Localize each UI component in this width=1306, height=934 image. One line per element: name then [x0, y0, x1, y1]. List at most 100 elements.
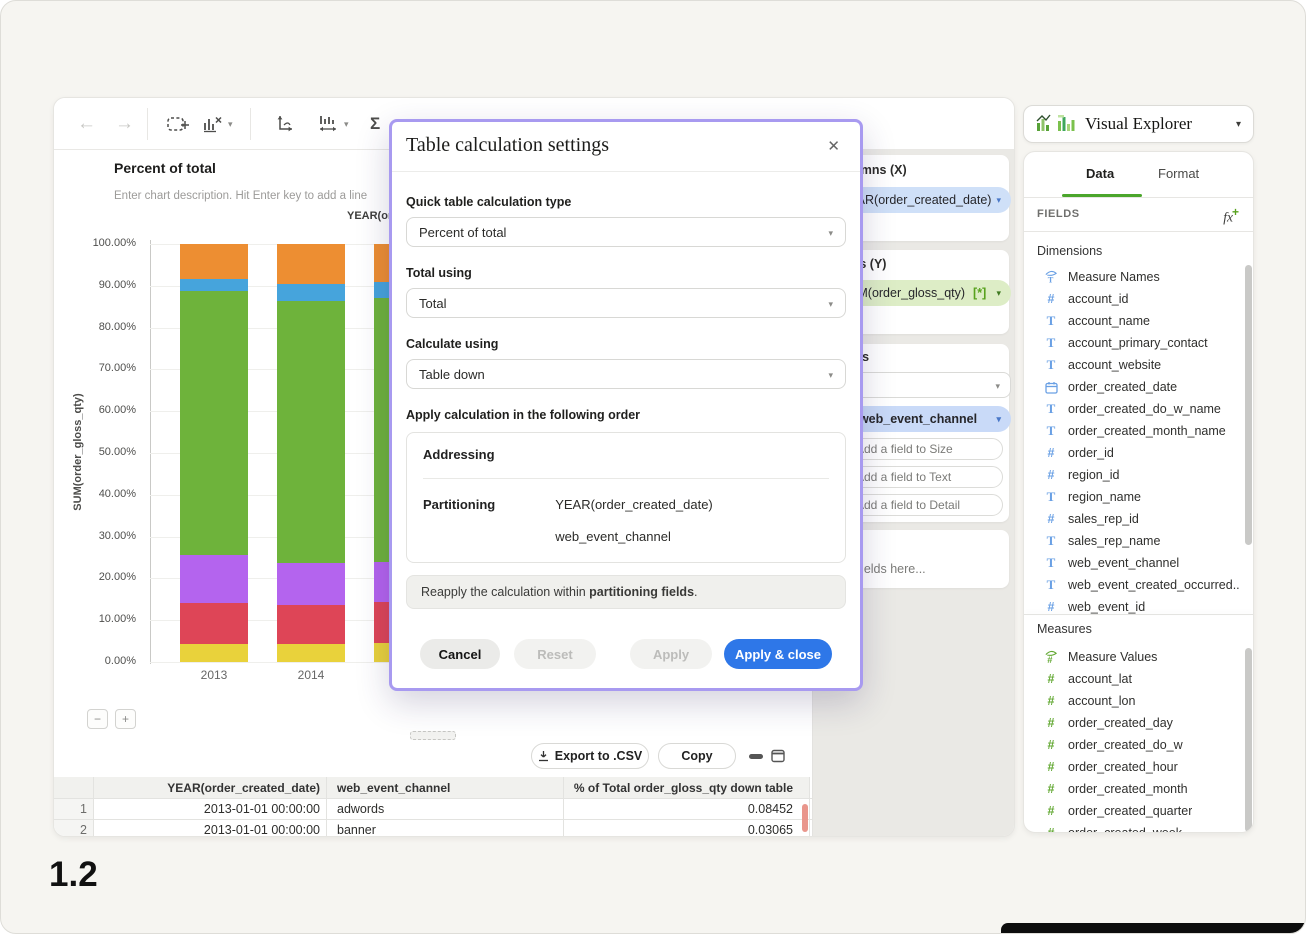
field-item-account-website[interactable]: Taccount_website [1024, 354, 1239, 376]
minimize-table-icon[interactable] [747, 749, 765, 768]
element-type-selector[interactable]: Visual Explorer ▾ [1023, 105, 1254, 143]
field-item-account-primary-contact[interactable]: Taccount_primary_contact [1024, 332, 1239, 354]
field-item-order-created-quarter[interactable]: #order_created_quarter [1024, 800, 1239, 822]
bar-segment-2014-segment-6-orange[interactable] [277, 244, 345, 284]
bar-width-icon[interactable]: ▾ [316, 110, 349, 138]
zoom-out-button[interactable]: − [87, 709, 108, 729]
dialog-header: Table calculation settings ✕ [392, 122, 860, 172]
remove-chart-icon[interactable]: ▾ [202, 110, 233, 138]
field-item-order-created-week[interactable]: #order_created_week [1024, 822, 1239, 833]
partitioning-field[interactable]: YEAR(order_created_date) [555, 497, 713, 512]
field-item-web-event-channel[interactable]: Tweb_event_channel [1024, 552, 1239, 574]
element-type-label: Visual Explorer [1085, 114, 1192, 134]
close-icon[interactable]: ✕ [827, 137, 840, 155]
field-item-account-lon[interactable]: #account_lon [1024, 690, 1239, 712]
partitioning-fields: YEAR(order_created_date) web_event_chann… [555, 497, 713, 544]
channel-column-header[interactable]: web_event_channel [327, 777, 564, 798]
text-icon: T [1044, 489, 1058, 505]
apply-button[interactable]: Apply [630, 639, 712, 669]
bar-segment-2014-segment-5-blue[interactable] [277, 284, 345, 301]
bar-segment-2013-segment-4-green[interactable] [180, 291, 248, 555]
swap-axes-icon[interactable] [272, 110, 294, 138]
field-item-region-name[interactable]: Tregion_name [1024, 486, 1239, 508]
y-axis-tick-label: 90.00% [56, 279, 136, 291]
y-axis-tick-label: 50.00% [56, 446, 136, 458]
chevron-down-icon: ▾ [828, 370, 833, 381]
y-axis-tick-label: 10.00% [56, 613, 136, 625]
field-item-account-name[interactable]: Taccount_name [1024, 310, 1239, 332]
bar-segment-2014-segment-3-purple[interactable] [277, 563, 345, 605]
table-row[interactable]: 22013-01-01 00:00:00banner0.03065 [54, 820, 812, 837]
field-item-measure-names[interactable]: TMeasure Names [1024, 266, 1239, 288]
number-icon: # [1044, 468, 1058, 482]
field-item-region-id[interactable]: #region_id [1024, 464, 1239, 486]
field-item-measure-values[interactable]: #Measure Values [1024, 646, 1239, 668]
bar-segment-2014-segment-1-yellow[interactable] [277, 644, 345, 662]
quick-type-label: Quick table calculation type [406, 195, 846, 209]
field-item-web-event-created-occurred-[interactable]: Tweb_event_created_occurred... [1024, 574, 1239, 596]
pane-resize-handle[interactable] [410, 731, 456, 740]
dimensions-scrollbar-thumb[interactable] [1245, 265, 1252, 545]
bar-segment-2014-segment-4-green[interactable] [277, 301, 345, 563]
chart-description-placeholder[interactable]: Enter chart description. Hit Enter key t… [114, 190, 367, 202]
field-item-order-created-date[interactable]: order_created_date [1024, 376, 1239, 398]
add-formula-button[interactable]: fx+ [1223, 205, 1239, 226]
field-item-order-created-do-w-name[interactable]: Torder_created_do_w_name [1024, 398, 1239, 420]
tab-format[interactable]: Format [1158, 166, 1199, 181]
field-item-account-id[interactable]: #account_id [1024, 288, 1239, 310]
chart-title[interactable]: Percent of total [114, 160, 216, 176]
field-item-web-event-id[interactable]: #web_event_id [1024, 596, 1239, 614]
year-cell: 2013-01-01 00:00:00 [94, 799, 327, 819]
calculate-using-select[interactable]: Table down ▾ [406, 359, 846, 389]
field-item-sales-rep-id[interactable]: #sales_rep_id [1024, 508, 1239, 530]
quick-type-select[interactable]: Percent of total ▾ [406, 217, 846, 247]
chevron-down-icon: ▾ [995, 381, 1000, 392]
number-icon: # [1044, 292, 1058, 306]
measures-scrollbar-thumb[interactable] [1245, 648, 1252, 832]
field-item-order-created-hour[interactable]: #order_created_hour [1024, 756, 1239, 778]
copy-button[interactable]: Copy [658, 743, 736, 769]
y-axis-tick-label: 30.00% [56, 530, 136, 542]
total-using-select[interactable]: Total ▾ [406, 288, 846, 318]
maximize-table-icon[interactable] [770, 749, 786, 768]
cancel-button[interactable]: Cancel [420, 639, 500, 669]
bar-segment-2013-segment-5-blue[interactable] [180, 279, 248, 291]
undo-back-button[interactable]: ← [77, 110, 96, 138]
field-item-account-lat[interactable]: #account_lat [1024, 668, 1239, 690]
tab-data[interactable]: Data [1086, 166, 1114, 181]
apply-and-close-button[interactable]: Apply & close [724, 639, 832, 669]
value-column-header[interactable]: % of Total order_gloss_qty down table [564, 777, 810, 798]
bar-segment-2013-segment-3-purple[interactable] [180, 555, 248, 602]
field-item-order-id[interactable]: #order_id [1024, 442, 1239, 464]
field-item-sales-rep-name[interactable]: Tsales_rep_name [1024, 530, 1239, 552]
zoom-in-button[interactable]: + [115, 709, 136, 729]
text-icon: T [1044, 313, 1058, 329]
redo-forward-button[interactable]: → [115, 110, 134, 138]
number-icon: # [1044, 694, 1058, 708]
bar-segment-2013-segment-2-red[interactable] [180, 603, 248, 645]
export-csv-button[interactable]: Export to .CSV [531, 743, 649, 769]
screenshot-canvas: ← → ▾ ▾ Σ Percent of total Enter chart d… [0, 0, 1306, 934]
field-label: web_event_created_occurred... [1068, 578, 1239, 592]
add-chart-icon[interactable] [166, 110, 190, 138]
reset-button[interactable]: Reset [514, 639, 596, 669]
bar-segment-2014-segment-2-red[interactable] [277, 605, 345, 644]
sigma-aggregate-icon[interactable]: Σ [370, 110, 380, 138]
field-item-order-created-do-w[interactable]: #order_created_do_w [1024, 734, 1239, 756]
table-body: 12013-01-01 00:00:00adwords0.0845222013-… [54, 799, 812, 837]
field-item-order-created-day[interactable]: #order_created_day [1024, 712, 1239, 734]
field-item-order-created-month-name[interactable]: Torder_created_month_name [1024, 420, 1239, 442]
partitioning-field[interactable]: web_event_channel [555, 529, 713, 544]
field-item-order-created-month[interactable]: #order_created_month [1024, 778, 1239, 800]
table-row[interactable]: 12013-01-01 00:00:00adwords0.08452 [54, 799, 812, 820]
field-label: web_event_channel [1068, 556, 1179, 570]
year-column-header[interactable]: YEAR(order_created_date) [94, 777, 327, 798]
y-axis-tick-label: 80.00% [56, 321, 136, 333]
bar-segment-2013-segment-6-orange[interactable] [180, 244, 248, 279]
y-axis-line [150, 240, 151, 664]
field-label: region_name [1068, 490, 1141, 504]
field-label: order_created_week [1068, 826, 1182, 833]
table-scrollbar-thumb[interactable] [802, 804, 808, 832]
bar-segment-2013-segment-1-yellow[interactable] [180, 644, 248, 662]
text-icon: T [1044, 357, 1058, 373]
